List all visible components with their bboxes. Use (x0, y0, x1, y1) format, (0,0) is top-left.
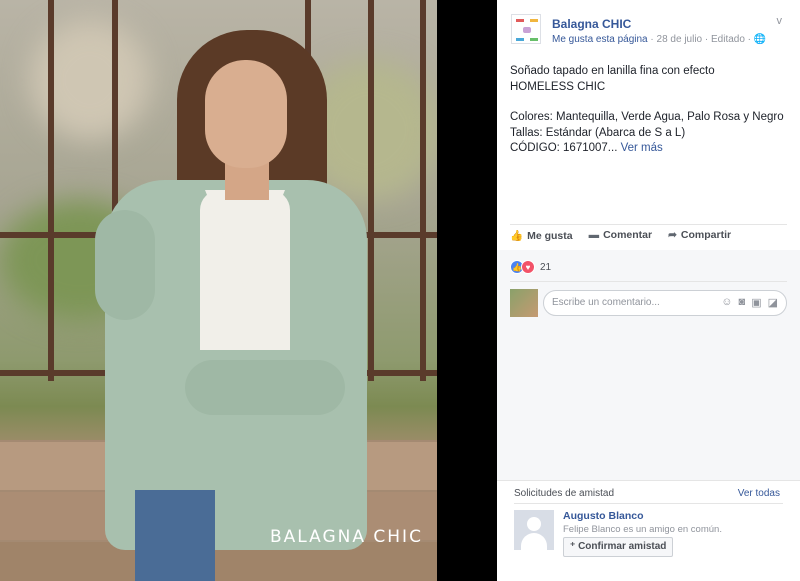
fence-bar (48, 0, 54, 381)
post-photo[interactable]: BALAGNA CHIC (0, 0, 437, 581)
see-more-link[interactable]: Ver más (621, 142, 663, 154)
share-button[interactable]: ➦ Compartir (668, 229, 731, 242)
friend-name-link[interactable]: Augusto Blanco (563, 510, 644, 522)
emoji-icon[interactable]: ☺ (721, 296, 732, 309)
post-actions: 👍 Me gusta ▬ Comentar ➦ Compartir (510, 229, 731, 242)
love-reaction-icon: ♥ (521, 260, 535, 274)
confirm-friend-button[interactable]: ⁺ Confirmar amistad (563, 537, 674, 557)
reactions-summary[interactable]: 👍 ♥ 21 (510, 260, 551, 274)
see-all-link[interactable]: Ver todas (738, 488, 780, 499)
logo-mark (516, 19, 524, 22)
comment-tools: ☺ ◙ ▣ ◪ (721, 296, 778, 309)
divider (510, 224, 787, 225)
like-label: Me gusta (527, 230, 573, 242)
avatar[interactable] (510, 289, 538, 317)
post-text-line: HOMELESS CHIC (510, 80, 606, 93)
gif-icon[interactable]: ▣ (751, 296, 761, 309)
camera-icon[interactable]: ◙ (739, 296, 746, 309)
sticker-icon[interactable]: ◪ (768, 296, 778, 309)
photo-watermark: BALAGNA CHIC (270, 527, 423, 547)
add-friend-icon: ⁺ (570, 541, 576, 552)
page-logo[interactable] (511, 14, 541, 44)
comment-placeholder: Escribe un comentario... (552, 297, 660, 308)
model-figure (95, 20, 375, 581)
logo-mark (523, 27, 531, 33)
model-face (205, 60, 287, 168)
fence-bar (420, 0, 426, 381)
post-meta: Me gusta esta página · 28 de julio · Edi… (552, 34, 766, 45)
photo-viewer: BALAGNA CHIC Balagna CHIC v Me gusta est… (0, 0, 800, 581)
friend-requests-title: Solicitudes de amistad (514, 488, 615, 499)
friend-avatar[interactable] (514, 510, 554, 550)
post-options-chevron-icon[interactable]: v (777, 15, 783, 27)
logo-mark (530, 19, 538, 22)
logo-mark (530, 38, 538, 41)
mutual-friend-text: Felipe Blanco es un amigo en común. (563, 524, 722, 535)
divider (514, 503, 783, 504)
share-label: Compartir (680, 229, 732, 241)
post-text-line: Soñado tapado en lanilla fina con efecto (510, 65, 715, 77)
post-date-text: · 28 de julio · Editado · (647, 34, 754, 45)
comment-label: Comentar (603, 229, 653, 241)
model-arm-right (185, 360, 345, 415)
share-icon: ➦ (668, 229, 677, 241)
page-name-link[interactable]: Balagna CHIC (552, 17, 631, 31)
like-button[interactable]: 👍 Me gusta (510, 229, 573, 242)
comments-area (497, 250, 800, 480)
logo-mark (516, 38, 524, 41)
like-page-link[interactable]: Me gusta esta página (552, 34, 648, 45)
comment-icon: ▬ (588, 229, 600, 241)
post-side-panel: Balagna CHIC v Me gusta esta página · 28… (497, 0, 800, 581)
post-text-sizes: Tallas: Estándar (Abarca de S a L) (510, 126, 686, 139)
reaction-count: 21 (540, 261, 552, 273)
friend-requests-panel: Solicitudes de amistad Ver todas Augusto… (497, 480, 800, 581)
viewer-gutter (437, 0, 497, 581)
comment-button[interactable]: ▬ Comentar (589, 229, 653, 242)
globe-icon: 🌐 (753, 34, 767, 45)
thumbs-up-icon: 👍 (510, 230, 524, 242)
confirm-label: Confirmar amistad (578, 541, 667, 552)
default-avatar-icon (521, 533, 547, 550)
comment-input[interactable]: Escribe un comentario... ☺ ◙ ▣ ◪ (543, 290, 787, 316)
model-jeans (135, 490, 215, 581)
post-text-code: CÓDIGO: 1671007... (510, 142, 618, 154)
post-text: Soñado tapado en lanilla fina con efecto… (510, 64, 790, 157)
model-arm-left (95, 210, 155, 320)
default-avatar-icon (527, 517, 541, 531)
divider (510, 281, 787, 282)
post-text-colors: Colores: Mantequilla, Verde Agua, Palo R… (510, 111, 784, 123)
